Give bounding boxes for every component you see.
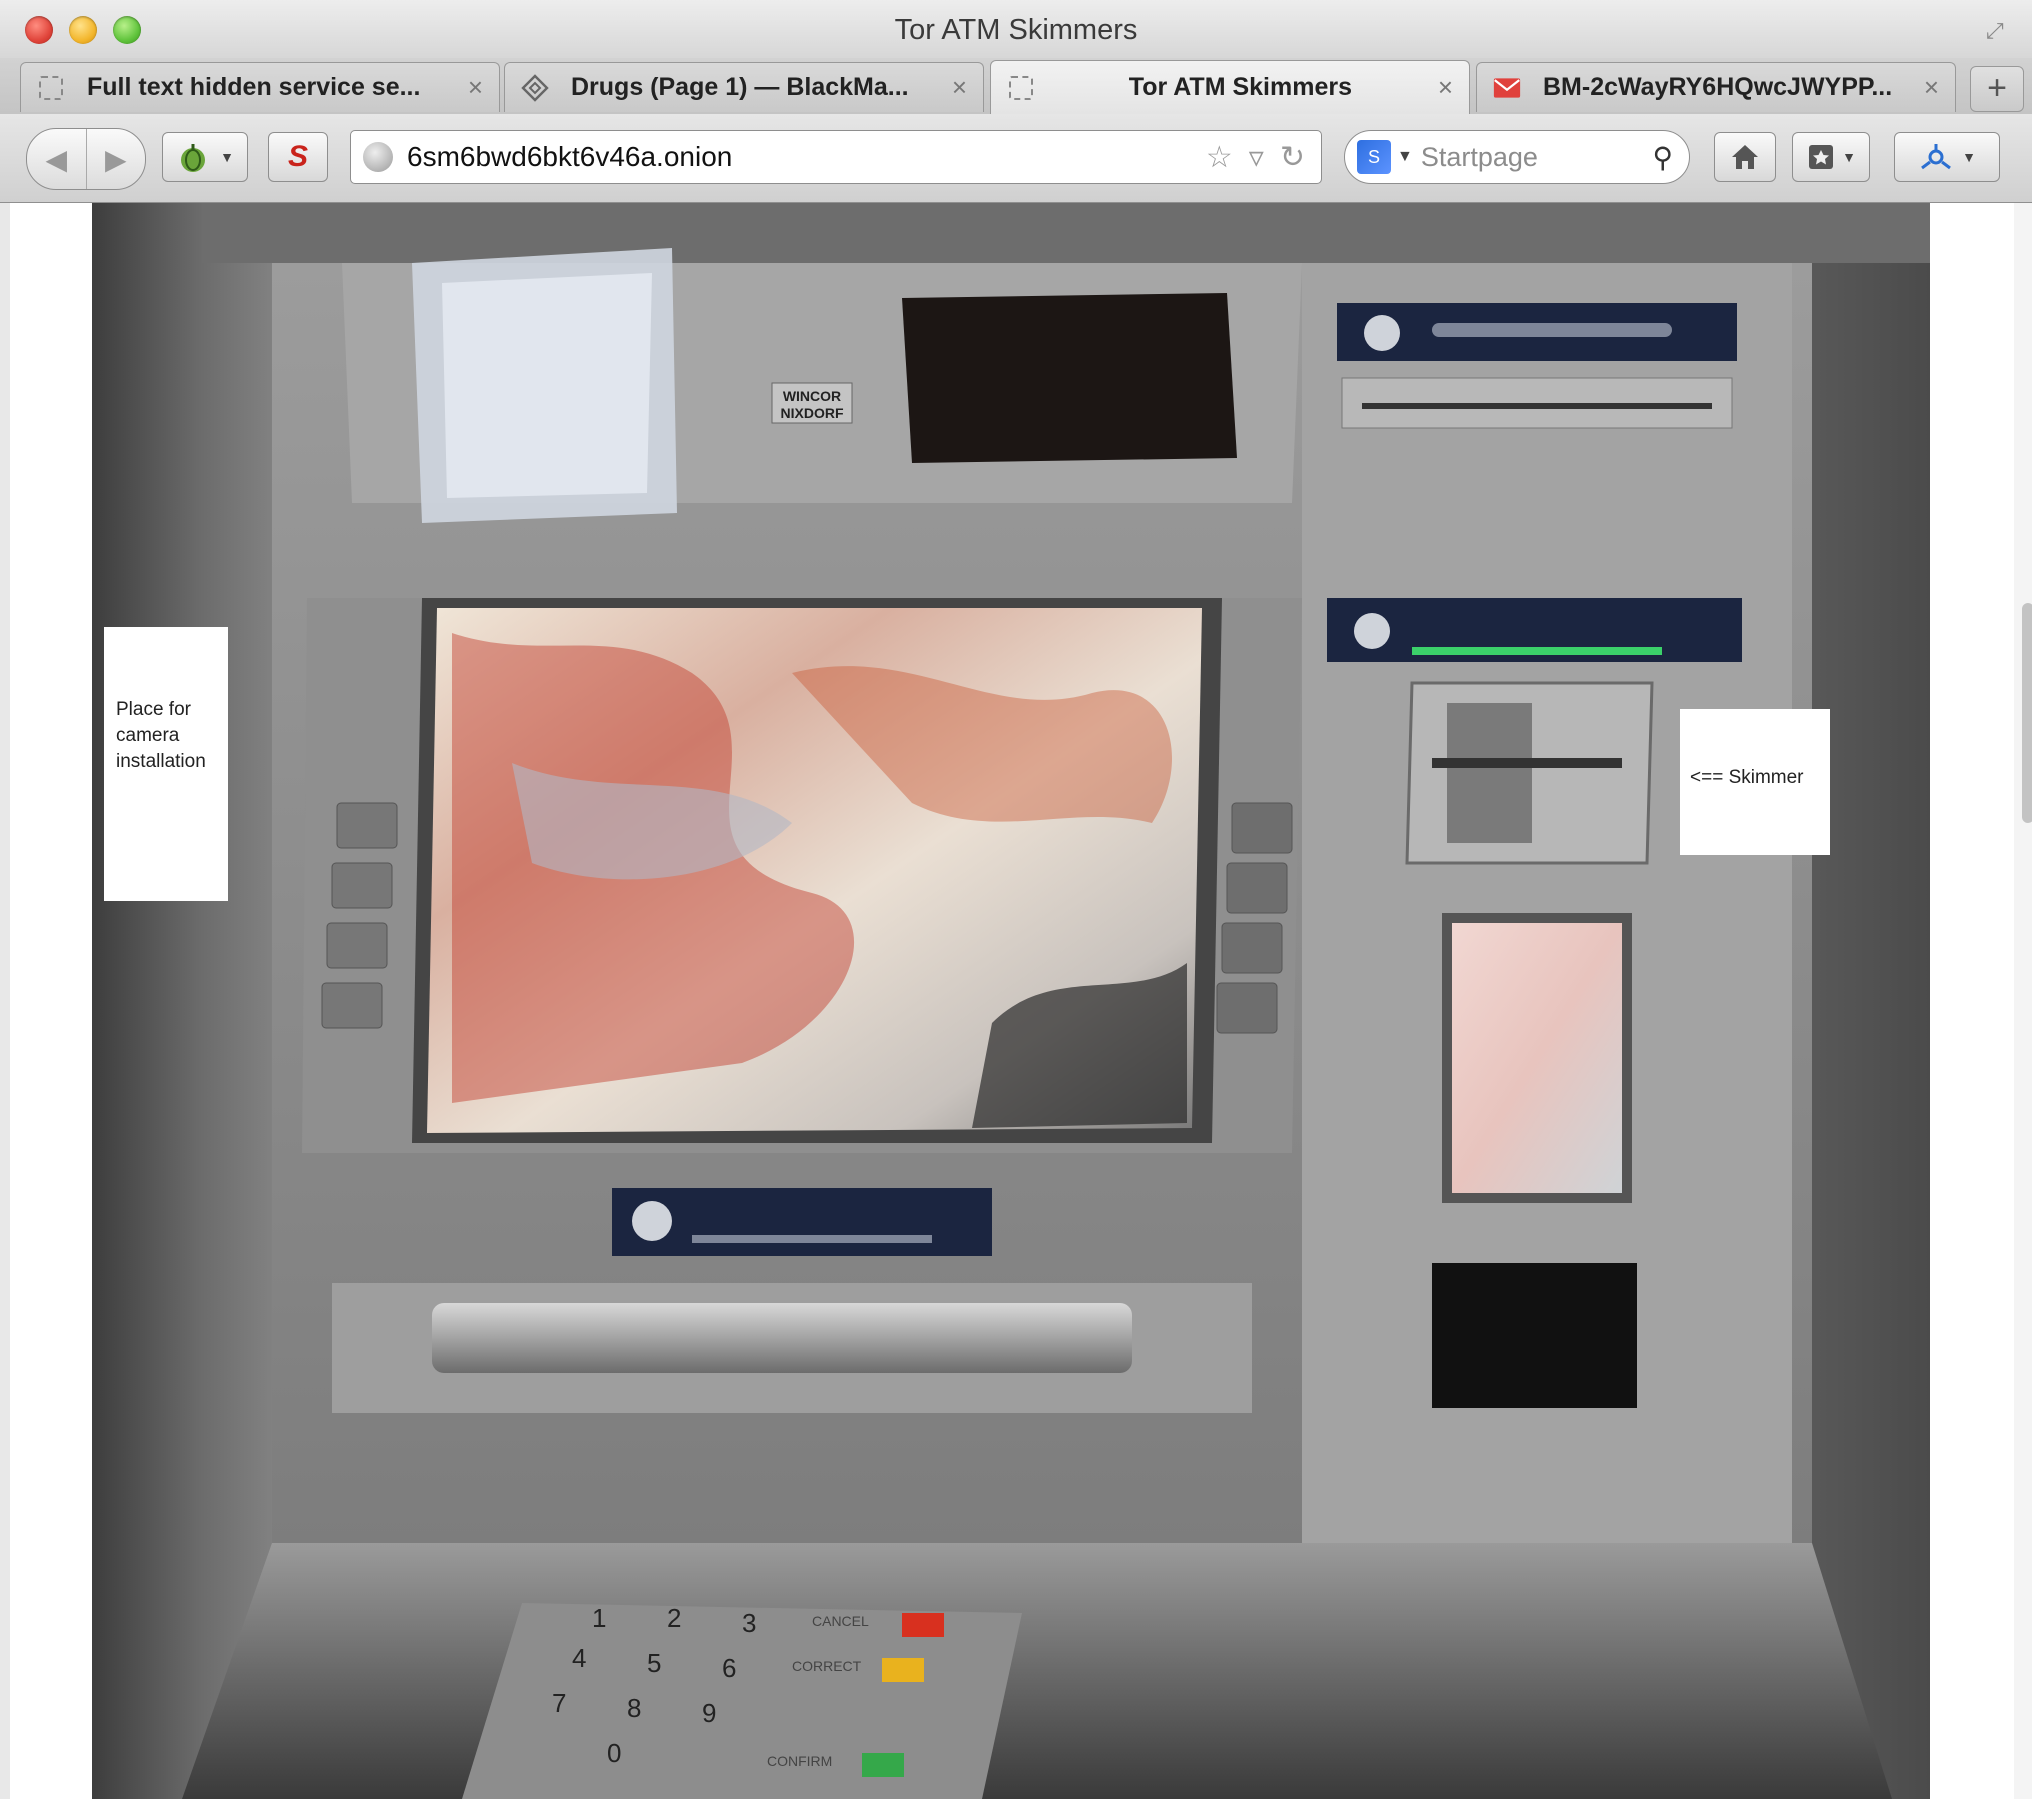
svg-text:NIXDORF: NIXDORF bbox=[781, 405, 844, 421]
close-tab-icon[interactable]: × bbox=[1924, 72, 1939, 103]
key-9: 9 bbox=[702, 1698, 717, 1728]
close-tab-icon[interactable]: × bbox=[468, 72, 483, 103]
fullscreen-icon[interactable]: ⤢ bbox=[1986, 18, 2014, 46]
key-6: 6 bbox=[722, 1653, 737, 1683]
key-7: 7 bbox=[552, 1688, 567, 1718]
key-5: 5 bbox=[647, 1648, 662, 1678]
chevron-down-icon: ▼ bbox=[1842, 149, 1856, 165]
noscript-icon: S bbox=[287, 140, 308, 173]
new-tab-button[interactable]: + bbox=[1970, 66, 2024, 112]
tab-label: Drugs (Page 1) — BlackMa... bbox=[571, 73, 909, 101]
bookmarks-icon bbox=[1809, 145, 1834, 169]
globe-icon bbox=[363, 142, 393, 172]
mail-icon bbox=[1493, 74, 1521, 102]
bookmarks-button[interactable]: ▼ bbox=[1792, 132, 1870, 182]
blank-page-icon bbox=[37, 74, 65, 102]
tab-full-text-search[interactable]: Full text hidden service se... × bbox=[20, 62, 500, 112]
key-3: 3 bbox=[742, 1608, 757, 1638]
tab-label: Full text hidden service se... bbox=[87, 73, 421, 101]
vertical-scrollbar[interactable] bbox=[2014, 203, 2032, 1799]
reload-icon[interactable]: ↻ bbox=[1280, 140, 1305, 175]
skimmer-annotation: <== Skimmer bbox=[1680, 709, 1830, 855]
correct-key bbox=[882, 1658, 924, 1682]
window-title: Tor ATM Skimmers bbox=[894, 14, 1138, 46]
atm-brand-label: WINCOR bbox=[783, 388, 841, 404]
chevron-down-icon: ▼ bbox=[1962, 149, 1976, 165]
addon-button[interactable]: ▼ bbox=[1894, 132, 2000, 182]
tab-strip: Full text hidden service se... × Drugs (… bbox=[0, 58, 2032, 115]
tab-label: Tor ATM Skimmers bbox=[1128, 73, 1352, 101]
blank-page-icon bbox=[1007, 74, 1035, 102]
key-1: 1 bbox=[592, 1603, 607, 1633]
chevron-down-icon[interactable]: ▼ bbox=[1397, 148, 1413, 166]
https-everywhere-button[interactable]: S bbox=[268, 132, 328, 182]
close-tab-icon[interactable]: × bbox=[952, 72, 967, 103]
search-input[interactable]: Startpage bbox=[1421, 142, 1653, 173]
url-text[interactable]: 6sm6bwd6bkt6v46a.onion bbox=[407, 141, 1206, 173]
key-4: 4 bbox=[572, 1643, 587, 1673]
cancel-key bbox=[902, 1613, 944, 1637]
page-content: WINCOR NIXDORF 1 2 3 4 5 6 7 8 9 0 CANCE… bbox=[10, 203, 2032, 1799]
search-engine-icon[interactable]: S bbox=[1357, 140, 1391, 174]
camera-annotation: Place for camera installation bbox=[104, 627, 228, 901]
bookmark-star-icon[interactable]: ☆ bbox=[1206, 140, 1233, 175]
site-favicon-icon bbox=[521, 73, 549, 102]
tab-drugs-blackmarket[interactable]: Drugs (Page 1) — BlackMa... × bbox=[504, 62, 984, 112]
correct-key-label: CORRECT bbox=[792, 1658, 862, 1674]
confirm-key-label: CONFIRM bbox=[767, 1753, 833, 1769]
tab-bitmessage[interactable]: BM-2cWayRY6HQwcJWYPP... × bbox=[1476, 62, 1956, 112]
forward-button[interactable]: ▶ bbox=[87, 129, 146, 189]
network-addon-icon bbox=[1921, 144, 1951, 170]
tor-button[interactable]: ▼ bbox=[162, 132, 248, 182]
address-bar[interactable]: 6sm6bwd6bkt6v46a.onion ☆ ▿ ↻ bbox=[350, 130, 1322, 184]
history-dropdown-icon[interactable]: ▿ bbox=[1249, 140, 1264, 175]
home-icon bbox=[1732, 145, 1758, 169]
window-titlebar: Tor ATM Skimmers ⤢ bbox=[0, 0, 2032, 60]
tor-onion-icon bbox=[181, 144, 206, 172]
back-forward-group: ◀ ▶ bbox=[26, 128, 146, 190]
close-tab-icon[interactable]: × bbox=[1438, 72, 1453, 103]
scroll-thumb[interactable] bbox=[2022, 603, 2032, 823]
search-icon[interactable]: ⚲ bbox=[1652, 141, 1673, 174]
tab-label: BM-2cWayRY6HQwcJWYPP... bbox=[1543, 73, 1893, 101]
key-2: 2 bbox=[667, 1603, 682, 1633]
key-8: 8 bbox=[627, 1693, 642, 1723]
search-bar[interactable]: S ▼ Startpage ⚲ bbox=[1344, 130, 1690, 184]
atm-photo: WINCOR NIXDORF 1 2 3 4 5 6 7 8 9 0 CANCE… bbox=[92, 203, 1930, 1799]
tab-tor-atm-skimmers[interactable]: Tor ATM Skimmers × bbox=[990, 60, 1470, 114]
cancel-key-label: CANCEL bbox=[812, 1613, 869, 1629]
confirm-key bbox=[862, 1753, 904, 1777]
key-0: 0 bbox=[607, 1738, 622, 1768]
home-button[interactable] bbox=[1714, 132, 1776, 182]
navigation-toolbar: ◀ ▶ ▼ S 6sm6bwd6bkt6v46a.onion ☆ ▿ ↻ S ▼… bbox=[0, 114, 2032, 203]
back-button[interactable]: ◀ bbox=[27, 129, 87, 189]
chevron-down-icon: ▼ bbox=[220, 149, 234, 165]
